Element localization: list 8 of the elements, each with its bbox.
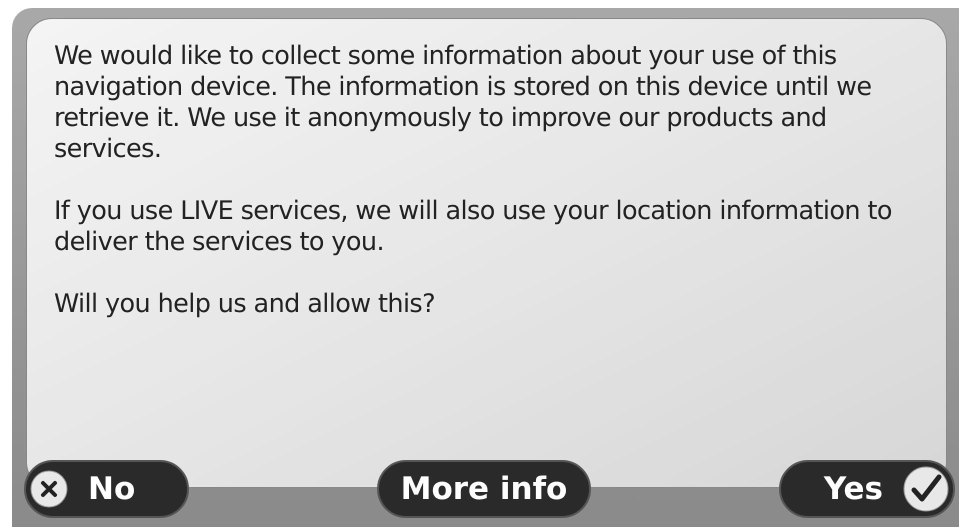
more-info-button[interactable]: More info: [377, 460, 591, 518]
checkmark-icon: [903, 466, 949, 512]
close-icon: [30, 470, 68, 508]
message-text: Will you help us and allow this?: [54, 289, 436, 320]
message-text: We would like to collect some information about your use of this navigation device. The information is stored on this device until we retrieve it. We use it anonymously to improve our products and services.: [54, 41, 872, 165]
message-text: If you use LIVE services, we will also use your location information to deliver the services to you.: [54, 196, 893, 258]
no-button[interactable]: No: [24, 460, 189, 518]
yes-button[interactable]: Yes: [779, 460, 955, 518]
